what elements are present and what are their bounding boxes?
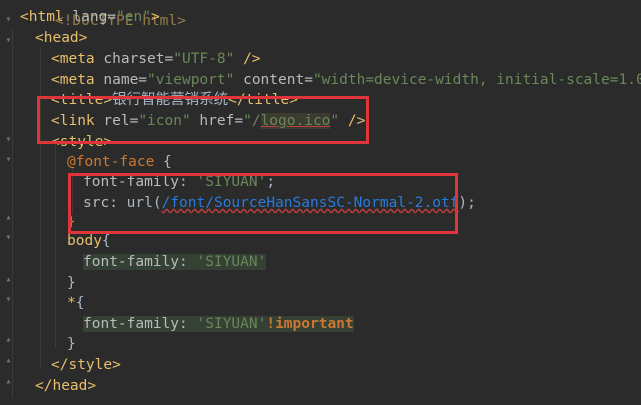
code-line: *{ [67,293,84,314]
brace-token: { [75,295,85,311]
paren-token: ); [458,195,476,211]
attr-token: name= [94,72,148,88]
annotation-box [68,173,458,234]
brace-token: { [154,154,172,170]
tag-token: > [150,9,160,25]
tag-token: <html [20,9,64,25]
value-token: 'SIYUAN' [196,254,267,270]
code-line: } [67,273,76,294]
brace-token: } [67,336,76,352]
colon-token: : [179,254,197,270]
code-line: </style> [51,355,121,376]
selector-token: * [67,295,76,311]
value-token: "en" [116,9,151,25]
at-rule-token: @font-face [67,154,155,170]
indent-guide [55,145,56,348]
code-line: font-family: 'SIYUAN'!important [83,314,354,335]
tag-token: <meta [51,51,95,67]
code-line: font-family: 'SIYUAN' [83,252,267,273]
value-token: "width=device-width, initial-scale=1.0" [312,72,641,88]
value-token: "UTF-8" [173,51,235,67]
fold-marker-icon[interactable]: ▾ [4,14,13,25]
indent-guide [12,28,13,398]
tag-token: <meta [51,72,95,88]
value-token: 'SIYUAN' [196,316,267,332]
selector-token: body [67,233,102,249]
brace-token: { [101,233,111,249]
code-line: </head> [35,376,96,397]
code-line: <meta name="viewport" content="width=dev… [51,70,641,91]
attr-token: content= [234,72,313,88]
code-line: } [67,334,76,355]
important-token: !important [266,316,354,332]
code-line: <html lang="en"> [20,7,160,28]
brace-token: } [67,275,76,291]
code-editor[interactable]: ▾ ▾ ▾ ▾ ▴ ▾ ▴ ▾ ▴ ▴ ▴ <!DOCTYPE html> <h… [0,0,641,405]
attr-token: charset= [94,51,174,67]
property-token: font-family [83,316,180,332]
tag-token: </head> [35,378,97,394]
colon-token: : [179,316,197,332]
code-line: <head> [35,28,87,49]
code-line: body{ [67,231,111,252]
tag-token: /> [234,51,261,67]
annotation-box [37,96,369,144]
code-line: @font-face { [67,152,172,173]
code-line: <meta charset="UTF-8" /> [51,49,261,70]
value-token: "viewport" [147,72,235,88]
property-token: font-family [83,254,180,270]
tag-token: </style> [51,357,121,373]
attr-token: lang= [63,9,117,25]
tag-token: <head> [35,30,88,46]
